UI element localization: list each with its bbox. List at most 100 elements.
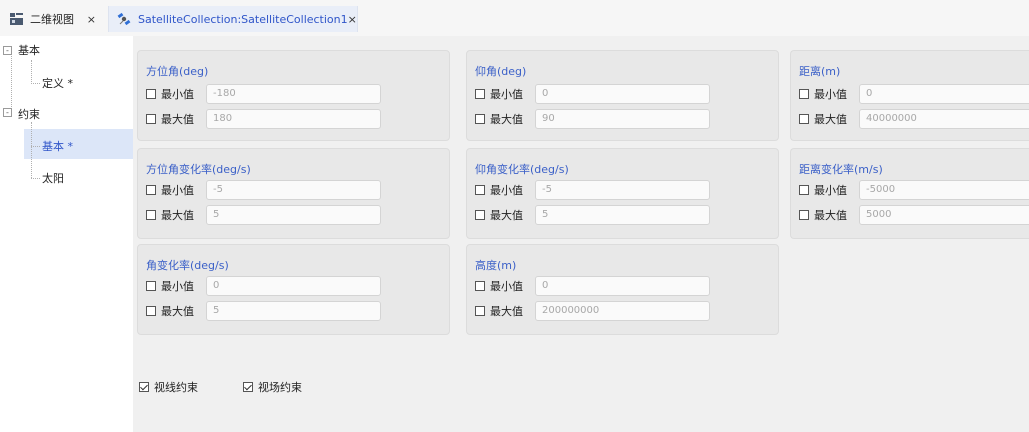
tab-bar: 二维视图 × SatelliteCollection:SatelliteColl… xyxy=(0,0,1029,36)
min-checkbox[interactable] xyxy=(799,88,809,99)
max-checkbox[interactable] xyxy=(799,113,809,124)
map-view-icon xyxy=(10,13,23,25)
tree-connector xyxy=(31,146,40,147)
min-checkbox[interactable] xyxy=(146,280,156,291)
max-label: 最大值 xyxy=(490,208,523,222)
min-value-input[interactable]: -180 xyxy=(206,83,381,104)
max-checkbox[interactable] xyxy=(475,113,485,124)
range-rate-group: 距离变化率(m/s) 最小值 -5000 最大值 5000 xyxy=(790,148,1029,239)
tab-satellite-collection[interactable]: SatelliteCollection:SatelliteCollection1… xyxy=(108,6,358,32)
tree-item-label: 基本 * xyxy=(42,140,73,153)
min-value-input[interactable]: -5000 xyxy=(859,179,1029,200)
min-checkbox[interactable] xyxy=(475,184,485,195)
tab-2d-view[interactable]: 二维视图 × xyxy=(4,6,106,32)
max-value-input[interactable]: 5 xyxy=(206,204,381,225)
min-label: 最小值 xyxy=(814,183,847,197)
collapse-icon[interactable]: - xyxy=(3,46,12,55)
max-label: 最大值 xyxy=(161,304,194,318)
azimuth-rate-group: 方位角变化率(deg/s) 最小值 -5 最大值 5 xyxy=(137,148,450,239)
tree-connector xyxy=(31,60,32,84)
group-title: 仰角变化率(deg/s) xyxy=(475,163,569,176)
max-checkbox[interactable] xyxy=(799,209,809,220)
max-row: 最大值 40000000 xyxy=(799,108,1029,129)
angle-rate-group: 角变化率(deg/s) 最小值 0 最大值 5 xyxy=(137,244,450,335)
range-group: 距离(m) 最小值 0 最大值 40000000 xyxy=(790,50,1029,141)
max-label: 最大值 xyxy=(490,112,523,126)
group-title: 距离(m) xyxy=(799,65,841,78)
max-row: 最大值 200000000 xyxy=(475,300,710,321)
min-row: 最小值 0 xyxy=(799,83,1029,104)
max-value-input[interactable]: 180 xyxy=(206,108,381,129)
max-checkbox[interactable] xyxy=(475,305,485,316)
max-label: 最大值 xyxy=(814,112,847,126)
min-label: 最小值 xyxy=(490,87,523,101)
group-title: 仰角(deg) xyxy=(475,65,527,78)
max-value-input[interactable]: 5 xyxy=(535,204,710,225)
max-label: 最大值 xyxy=(814,208,847,222)
max-row: 最大值 5 xyxy=(146,204,381,225)
tree-item-constraints[interactable]: 约束 xyxy=(18,102,40,126)
min-checkbox[interactable] xyxy=(146,184,156,195)
min-row: 最小值 -5 xyxy=(475,179,710,200)
max-checkbox[interactable] xyxy=(475,209,485,220)
max-row: 最大值 5 xyxy=(475,204,710,225)
max-value-input[interactable]: 90 xyxy=(535,108,710,129)
collapse-icon[interactable]: - xyxy=(3,108,12,117)
max-value-input[interactable]: 40000000 xyxy=(859,108,1029,129)
min-value-input[interactable]: 0 xyxy=(535,275,710,296)
min-value-input[interactable]: 0 xyxy=(206,275,381,296)
min-label: 最小值 xyxy=(814,87,847,101)
tree-connector xyxy=(31,178,40,179)
line-of-sight-label: 视线约束 xyxy=(154,381,198,394)
max-row: 最大值 90 xyxy=(475,108,710,129)
group-title: 方位角变化率(deg/s) xyxy=(146,163,251,176)
min-checkbox[interactable] xyxy=(475,280,485,291)
min-checkbox[interactable] xyxy=(475,88,485,99)
min-value-input[interactable]: 0 xyxy=(535,83,710,104)
max-value-input[interactable]: 5000 xyxy=(859,204,1029,225)
tree-item-label: 基本 xyxy=(18,44,40,57)
max-row: 最大值 5000 xyxy=(799,204,1029,225)
satellite-icon xyxy=(117,12,131,26)
min-label: 最小值 xyxy=(490,279,523,293)
tree-item-label: 约束 xyxy=(18,108,40,121)
max-value-input[interactable]: 200000000 xyxy=(535,300,710,321)
min-checkbox[interactable] xyxy=(799,184,809,195)
tree-item-label: 定义 * xyxy=(42,77,73,90)
close-icon[interactable]: × xyxy=(348,13,357,26)
tree-connector xyxy=(31,83,40,84)
max-checkbox[interactable] xyxy=(146,305,156,316)
altitude-group: 高度(m) 最小值 0 最大值 200000000 xyxy=(466,244,779,335)
line-of-sight-constraint-checkbox[interactable]: 视线约束 xyxy=(139,379,198,395)
min-checkbox[interactable] xyxy=(146,88,156,99)
group-title: 角变化率(deg/s) xyxy=(146,259,229,272)
group-title: 高度(m) xyxy=(475,259,517,272)
group-title: 距离变化率(m/s) xyxy=(799,163,883,176)
min-row: 最小值 -180 xyxy=(146,83,381,104)
max-value-input[interactable]: 5 xyxy=(206,300,381,321)
min-label: 最小值 xyxy=(161,183,194,197)
min-row: 最小值 -5000 xyxy=(799,179,1029,200)
tree-connector xyxy=(31,122,32,178)
close-icon[interactable]: × xyxy=(87,13,96,26)
max-label: 最大值 xyxy=(161,112,194,126)
max-checkbox[interactable] xyxy=(146,209,156,220)
max-row: 最大值 5 xyxy=(146,300,381,321)
tree-connector xyxy=(11,49,12,111)
elevation-group: 仰角(deg) 最小值 0 最大值 90 xyxy=(466,50,779,141)
min-label: 最小值 xyxy=(490,183,523,197)
min-row: 最小值 0 xyxy=(475,275,710,296)
field-of-view-constraint-checkbox[interactable]: 视场约束 xyxy=(243,379,302,395)
min-row: 最小值 0 xyxy=(475,83,710,104)
tree-item-label: 太阳 xyxy=(42,172,64,185)
min-value-input[interactable]: -5 xyxy=(535,179,710,200)
min-label: 最小值 xyxy=(161,87,194,101)
min-value-input[interactable]: 0 xyxy=(859,83,1029,104)
tree-item-basic[interactable]: 基本 xyxy=(18,38,40,62)
tree-item-definition[interactable]: 定义 * xyxy=(42,71,73,95)
tree-item-sun[interactable]: 太阳 xyxy=(42,166,64,190)
tree-item-constraints-basic[interactable]: 基本 * xyxy=(42,134,73,158)
max-checkbox[interactable] xyxy=(146,113,156,124)
min-value-input[interactable]: -5 xyxy=(206,179,381,200)
min-row: 最小值 0 xyxy=(146,275,381,296)
